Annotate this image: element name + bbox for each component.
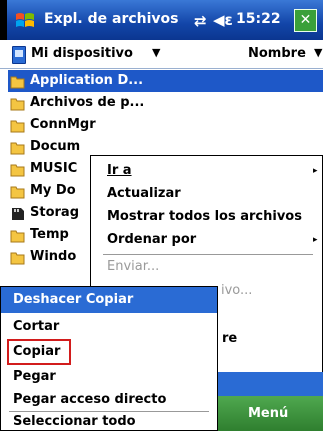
list-item[interactable]: Archivos de p... xyxy=(8,92,323,114)
menu-item-pegar-acceso-directo[interactable]: Pegar acceso directo xyxy=(13,392,166,407)
file-name: Temp xyxy=(30,227,69,242)
connectivity-icon[interactable]: ⇄ xyxy=(194,12,207,30)
folder-icon xyxy=(10,186,25,199)
close-button[interactable]: ✕ xyxy=(294,9,317,32)
menu-item-actualizar[interactable]: Actualizar xyxy=(107,186,181,201)
submenu-arrow-icon: ▸ xyxy=(313,235,318,245)
menu-item-ir-a[interactable]: Ir a xyxy=(107,163,132,178)
location-dropdown[interactable]: Mi dispositivo xyxy=(31,46,133,61)
sort-dropdown[interactable]: Nombre xyxy=(248,46,306,61)
menu-item-fragment[interactable]: re xyxy=(222,331,237,346)
chevron-down-icon[interactable]: ▼ xyxy=(152,46,160,59)
menu-item-mostrar-todos[interactable]: Mostrar todos los archivos xyxy=(107,209,302,224)
menu-separator xyxy=(9,411,209,412)
menu-highlight-strip xyxy=(218,372,323,396)
menu-item-deshacer-copiar[interactable]: Deshacer Copiar xyxy=(1,287,217,313)
clock[interactable]: 15:22 xyxy=(236,11,281,27)
windows-start-icon[interactable] xyxy=(14,9,36,31)
volume-icon[interactable]: ◀ε xyxy=(213,11,233,29)
file-name: MUSIC xyxy=(30,161,78,176)
folder-icon xyxy=(10,98,25,111)
file-name: Archivos de p... xyxy=(30,95,145,110)
folder-icon xyxy=(10,120,25,133)
edit-submenu: Deshacer Copiar Cortar Copiar Pegar Pega… xyxy=(0,286,218,431)
storage-card-icon xyxy=(12,208,24,220)
folder-icon xyxy=(10,142,25,155)
softkey-menu-button[interactable]: Menú xyxy=(218,396,323,431)
window-title: Expl. de archivos xyxy=(44,11,179,27)
title-bar: Expl. de archivos ⇄ ◀ε 15:22 ✕ xyxy=(0,0,323,40)
file-name: Application D... xyxy=(30,73,144,88)
device-icon xyxy=(12,46,26,64)
submenu-arrow-icon: ▸ xyxy=(313,166,318,176)
menu-item-cortar[interactable]: Cortar xyxy=(13,319,59,334)
folder-icon xyxy=(10,76,25,89)
softkey-label: Menú xyxy=(248,406,289,421)
file-name: Docum xyxy=(30,139,81,154)
folder-icon xyxy=(10,252,25,265)
highlight-box xyxy=(7,339,71,365)
menu-item-enviar[interactable]: Enviar... xyxy=(107,259,159,274)
menu-item-pegar[interactable]: Pegar xyxy=(13,369,56,384)
menu-item-seleccionar-todo[interactable]: Seleccionar todo xyxy=(13,414,136,429)
menu-separator xyxy=(103,254,313,255)
file-name: Storag xyxy=(30,205,79,220)
file-name: My Do xyxy=(30,183,76,198)
file-name: ConnMgr xyxy=(30,117,96,132)
list-item[interactable]: ConnMgr xyxy=(8,114,323,136)
location-bar: Mi dispositivo ▼ Nombre ▼ xyxy=(0,40,323,69)
folder-icon xyxy=(10,230,25,243)
chevron-down-icon[interactable]: ▼ xyxy=(314,46,322,59)
menu-item-fragment[interactable]: ivo... xyxy=(221,283,252,298)
file-name: Windo xyxy=(30,249,77,264)
frame-edge xyxy=(0,0,7,40)
folder-icon xyxy=(10,164,25,177)
menu-item-ordenar-por[interactable]: Ordenar por xyxy=(107,232,196,247)
list-item[interactable]: Application D... xyxy=(8,70,323,92)
